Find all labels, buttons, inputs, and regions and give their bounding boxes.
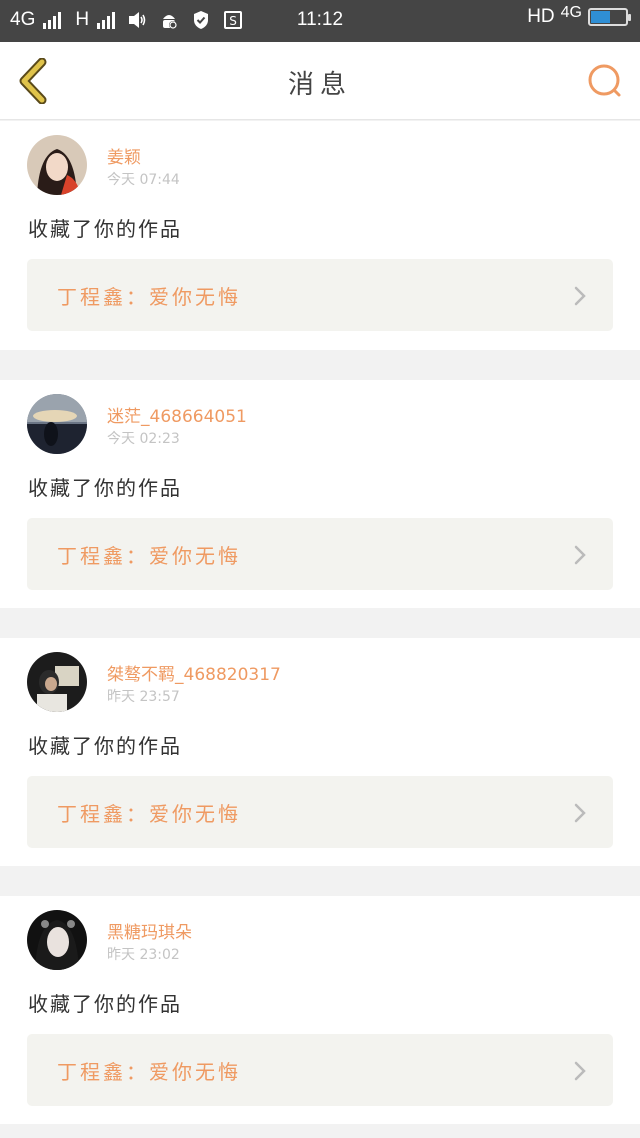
message-card: 黑糖玛琪朵 昨天 23:02 收藏了你的作品 丁程鑫：爱你无悔 bbox=[0, 896, 640, 1124]
message-card: 迷茫_468664051 今天 02:23 收藏了你的作品 丁程鑫：爱你无悔 bbox=[0, 380, 640, 608]
battery-icon bbox=[588, 8, 631, 26]
message-time: 昨天 23:57 bbox=[107, 689, 180, 705]
work-link[interactable]: 丁程鑫：爱你无悔 bbox=[27, 518, 613, 590]
message-card: 桀骜不羁_468820317 昨天 23:57 收藏了你的作品 丁程鑫：爱你无悔 bbox=[0, 638, 640, 866]
username[interactable]: 黑糖玛琪朵 bbox=[107, 918, 192, 943]
work-link[interactable]: 丁程鑫：爱你无悔 bbox=[27, 1034, 613, 1106]
message-card: 姜颖 今天 07:44 收藏了你的作品 丁程鑫：爱你无悔 bbox=[0, 121, 640, 350]
message-time: 今天 07:44 bbox=[107, 172, 180, 188]
work-title: 丁程鑫：爱你无悔 bbox=[57, 285, 241, 309]
page-title: 消息 bbox=[287, 70, 352, 100]
work-title: 丁程鑫：爱你无悔 bbox=[57, 802, 241, 826]
status-bar: 4G H S 11:12 HD 4G bbox=[0, 0, 640, 42]
search-icon bbox=[588, 64, 621, 97]
network-label-4g-right: 4G bbox=[560, 4, 582, 21]
work-link[interactable]: 丁程鑫：爱你无悔 bbox=[27, 259, 613, 331]
chevron-right-icon bbox=[574, 803, 586, 823]
username[interactable]: 迷茫_468664051 bbox=[107, 402, 247, 427]
avatar[interactable] bbox=[27, 135, 87, 195]
avatar[interactable] bbox=[27, 910, 87, 970]
action-text: 收藏了你的作品 bbox=[28, 992, 182, 1016]
status-right: HD 4G bbox=[527, 4, 631, 28]
app-header: 消息 bbox=[0, 42, 640, 120]
battery-level bbox=[591, 11, 610, 23]
chevron-right-icon bbox=[574, 1061, 586, 1081]
chevron-right-icon bbox=[574, 545, 586, 565]
work-title: 丁程鑫：爱你无悔 bbox=[57, 544, 241, 568]
action-text: 收藏了你的作品 bbox=[28, 476, 182, 500]
username[interactable]: 桀骜不羁_468820317 bbox=[107, 660, 281, 685]
hd-label: HD bbox=[527, 6, 555, 27]
message-time: 今天 02:23 bbox=[107, 431, 180, 447]
search-button[interactable] bbox=[586, 62, 624, 100]
username[interactable]: 姜颖 bbox=[107, 143, 141, 168]
action-text: 收藏了你的作品 bbox=[28, 217, 182, 241]
avatar[interactable] bbox=[27, 652, 87, 712]
work-link[interactable]: 丁程鑫：爱你无悔 bbox=[27, 776, 613, 848]
message-list: 姜颖 今天 07:44 收藏了你的作品 丁程鑫：爱你无悔 迷茫_46866405… bbox=[0, 121, 640, 1138]
message-time: 昨天 23:02 bbox=[107, 947, 180, 963]
chevron-right-icon bbox=[574, 286, 586, 306]
avatar[interactable] bbox=[27, 394, 87, 454]
work-title: 丁程鑫：爱你无悔 bbox=[57, 1060, 241, 1084]
action-text: 收藏了你的作品 bbox=[28, 734, 182, 758]
